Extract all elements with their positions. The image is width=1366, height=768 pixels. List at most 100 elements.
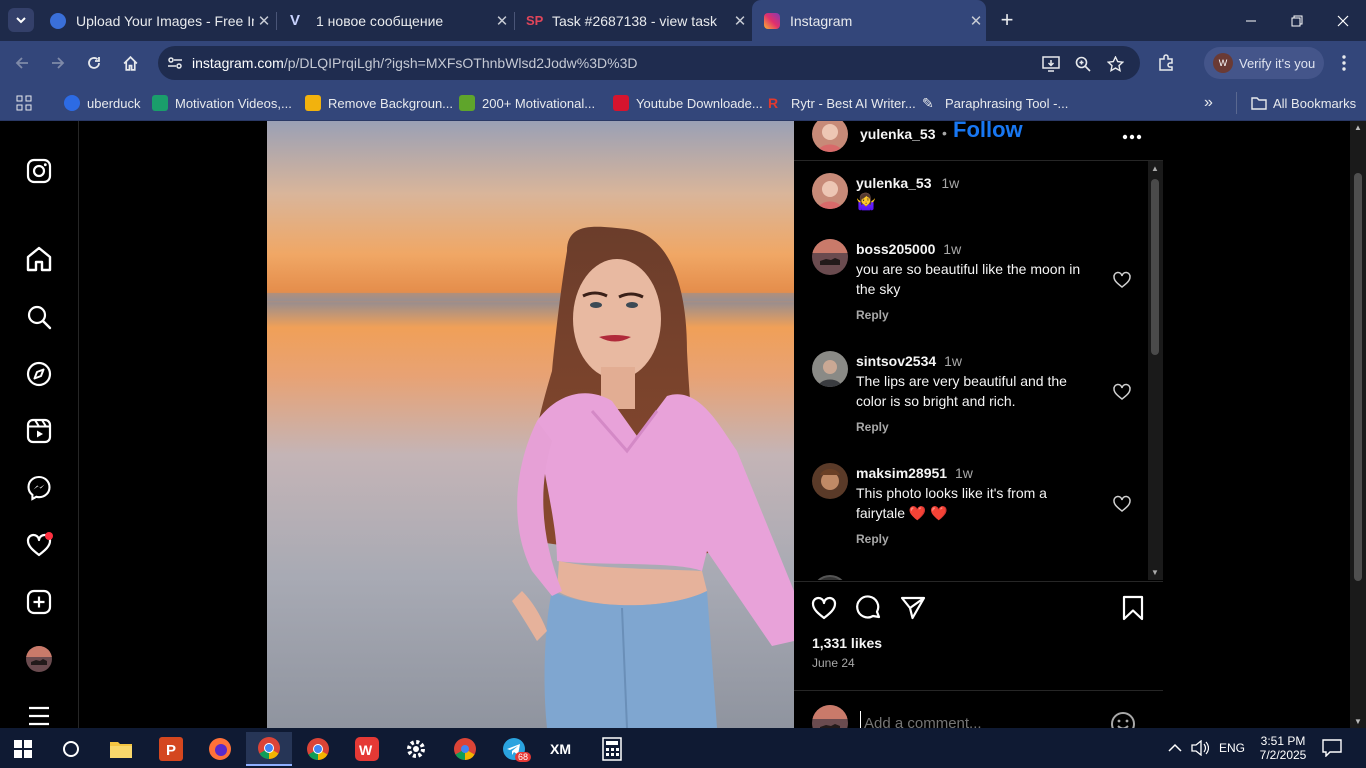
- emoji-picker-icon[interactable]: [1110, 711, 1136, 728]
- close-tab-icon[interactable]: ✕: [254, 12, 274, 30]
- comment-input[interactable]: [860, 711, 1090, 728]
- post-options-button[interactable]: [1122, 127, 1142, 145]
- wps-office-button[interactable]: W: [344, 732, 390, 766]
- restore-button[interactable]: [1274, 0, 1320, 41]
- settings-button[interactable]: [393, 732, 439, 766]
- post-photo[interactable]: [267, 121, 794, 728]
- apps-button[interactable]: [16, 92, 32, 114]
- commenter-avatar[interactable]: [812, 239, 848, 275]
- next-commenter-avatar[interactable]: [812, 575, 848, 580]
- calculator-button[interactable]: [589, 732, 635, 766]
- like-comment-heart-icon[interactable]: [1112, 494, 1132, 514]
- bookmark-motivational[interactable]: 200+ Motivational...: [459, 92, 595, 114]
- likes-count[interactable]: 1,331 likes: [812, 635, 882, 651]
- like-comment-heart-icon[interactable]: [1112, 270, 1132, 290]
- tab-search-button[interactable]: [8, 8, 34, 32]
- address-bar[interactable]: instagram.com/p/DLQIPrqiLgh/?igsh=MXFsOT…: [158, 46, 1140, 80]
- home-button[interactable]: [116, 50, 144, 76]
- wps-presentation-button[interactable]: P: [148, 732, 194, 766]
- instagram-logo-icon[interactable]: [24, 156, 54, 186]
- more-bookmarks-button[interactable]: »: [1204, 92, 1213, 114]
- minimize-button[interactable]: [1228, 0, 1274, 41]
- reels-icon[interactable]: [24, 416, 54, 446]
- close-tab-icon[interactable]: ✕: [730, 12, 750, 30]
- close-tab-icon[interactable]: ✕: [966, 12, 986, 30]
- bookmark-youtube-downloader[interactable]: Youtube Downloade...: [613, 92, 763, 114]
- start-button[interactable]: [0, 732, 46, 766]
- comment-username[interactable]: boss205000: [856, 241, 935, 257]
- add-comment-row: [794, 690, 1163, 728]
- caption-username[interactable]: yulenka_53: [856, 175, 932, 191]
- profile-button[interactable]: W Verify it's you: [1204, 47, 1324, 79]
- new-tab-button[interactable]: +: [994, 7, 1020, 33]
- reply-button[interactable]: Reply: [856, 305, 1096, 325]
- reply-button[interactable]: Reply: [856, 529, 1096, 549]
- explore-compass-icon[interactable]: [24, 359, 54, 389]
- bookmark-paraphrasing-tool[interactable]: ✎ Paraphrasing Tool -...: [922, 92, 1068, 114]
- commenter-avatar[interactable]: [812, 351, 848, 387]
- comment-username[interactable]: maksim28951: [856, 465, 947, 481]
- all-bookmarks-button[interactable]: All Bookmarks: [1236, 92, 1356, 114]
- close-tab-icon[interactable]: ✕: [492, 12, 512, 30]
- comments-scroll-thumb[interactable]: [1151, 179, 1159, 355]
- site-info-icon[interactable]: [158, 46, 192, 80]
- chrome-alt-button[interactable]: [442, 732, 488, 766]
- caption-author-avatar[interactable]: [812, 173, 848, 209]
- notifications-heart-icon[interactable]: [24, 530, 54, 560]
- like-heart-icon[interactable]: [810, 594, 838, 622]
- page-scroll-up-icon[interactable]: ▲: [1354, 123, 1362, 132]
- tab-task-view[interactable]: SP Task #2687138 - view task ✕: [514, 0, 750, 41]
- forward-button[interactable]: [44, 50, 72, 76]
- author-avatar[interactable]: [812, 121, 848, 152]
- author-username[interactable]: yulenka_53: [860, 126, 936, 142]
- browser-menu-button[interactable]: [1330, 50, 1358, 76]
- share-paper-plane-icon[interactable]: [899, 594, 927, 622]
- remove-bg-icon: [305, 95, 321, 111]
- bookmark-rytr[interactable]: R Rytr - Best AI Writer...: [768, 92, 916, 114]
- file-explorer-button[interactable]: [98, 732, 144, 766]
- install-app-icon[interactable]: [1040, 54, 1062, 74]
- chrome-button[interactable]: [295, 732, 341, 766]
- tab-upload-images[interactable]: Upload Your Images - Free Ima ✕: [38, 0, 274, 41]
- profile-avatar-icon[interactable]: [24, 644, 54, 674]
- action-center-button[interactable]: [1322, 728, 1342, 768]
- tab-instagram[interactable]: Instagram ✕: [752, 0, 986, 41]
- page-scroll-down-icon[interactable]: ▼: [1354, 717, 1362, 726]
- scroll-up-arrow-icon[interactable]: ▲: [1151, 164, 1159, 173]
- bookmark-motivation-videos[interactable]: Motivation Videos,...: [152, 92, 292, 114]
- chrome-profile-button[interactable]: [246, 732, 292, 766]
- tab-new-message[interactable]: V 1 новое сообщение ✕: [278, 0, 512, 41]
- scroll-down-arrow-icon[interactable]: ▼: [1151, 568, 1159, 577]
- bookmark-star-icon[interactable]: [1104, 54, 1126, 74]
- back-button[interactable]: [8, 50, 36, 76]
- extensions-button[interactable]: [1152, 50, 1180, 76]
- firefox-button[interactable]: [197, 732, 243, 766]
- telegram-button[interactable]: 68: [491, 732, 537, 766]
- bookmark-uberduck[interactable]: uberduck: [64, 92, 140, 114]
- page-scroll-thumb[interactable]: [1354, 173, 1362, 581]
- home-nav-icon[interactable]: [24, 244, 54, 274]
- comment-bubble-icon[interactable]: [855, 594, 883, 622]
- reload-button[interactable]: [80, 50, 108, 76]
- page-scrollbar[interactable]: ▲ ▼: [1350, 121, 1366, 728]
- comment-username[interactable]: sintsov2534: [856, 353, 936, 369]
- like-comment-heart-icon[interactable]: [1112, 382, 1132, 402]
- reply-button[interactable]: Reply: [856, 417, 1096, 437]
- comments-scrollbar[interactable]: ▲ ▼: [1148, 161, 1163, 580]
- create-post-icon[interactable]: [24, 587, 54, 617]
- search-icon[interactable]: [24, 302, 54, 332]
- more-menu-icon[interactable]: [24, 701, 54, 728]
- show-hidden-icons-button[interactable]: [1168, 728, 1182, 768]
- commenter-avatar[interactable]: [812, 463, 848, 499]
- language-indicator[interactable]: ENG: [1219, 728, 1245, 768]
- close-window-button[interactable]: [1320, 0, 1366, 41]
- search-taskbar-button[interactable]: [48, 732, 94, 766]
- volume-button[interactable]: [1191, 728, 1209, 768]
- follow-button[interactable]: Follow: [953, 121, 1023, 143]
- zoom-icon[interactable]: [1072, 54, 1094, 74]
- bookmark-remove-background[interactable]: Remove Backgroun...: [305, 92, 453, 114]
- save-bookmark-icon[interactable]: [1119, 594, 1147, 622]
- xm-app-button[interactable]: XM: [540, 732, 586, 766]
- clock[interactable]: 3:51 PM 7/2/2025: [1258, 728, 1308, 768]
- messenger-icon[interactable]: [24, 473, 54, 503]
